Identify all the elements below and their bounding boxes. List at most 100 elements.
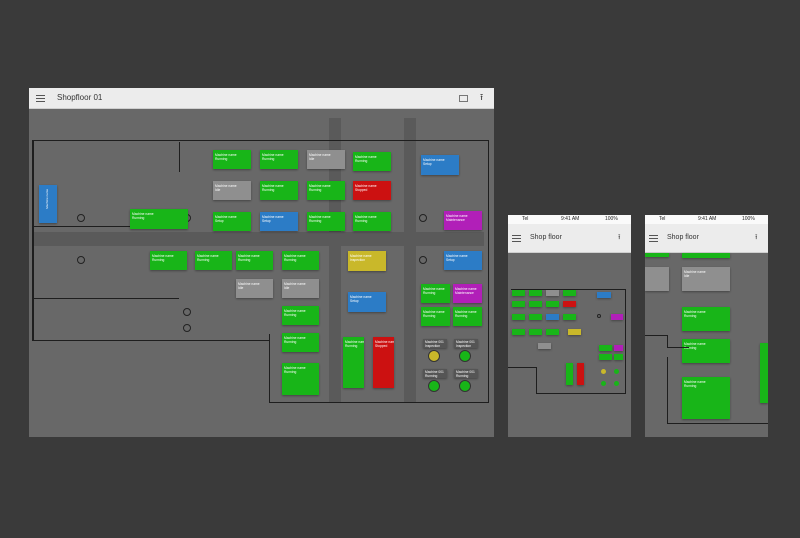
machine-setup[interactable]: Machine name Setup (421, 155, 459, 175)
machine-stopped[interactable]: Machine nameStopped (353, 181, 391, 200)
status-light-running[interactable] (459, 380, 471, 392)
menu-icon[interactable] (512, 235, 521, 242)
machine-running[interactable]: Machine nameRunning (282, 333, 319, 352)
machine-running[interactable]: Machine nameRunning (682, 339, 730, 363)
page-title: Shop floor (667, 234, 699, 241)
machine-running[interactable]: Machine nameRunning (682, 307, 730, 331)
machine-setup[interactable]: Machine name Setup (444, 251, 482, 270)
machine-running[interactable] (529, 290, 542, 296)
machine-running[interactable] (512, 329, 525, 335)
machine-running[interactable]: Machine nameRunning (236, 251, 273, 270)
machine-running[interactable]: Machine nameRunning (282, 306, 319, 325)
wall (34, 298, 179, 299)
status-light-running[interactable] (601, 381, 606, 386)
menu-icon[interactable] (36, 95, 45, 102)
machine-setup[interactable]: Machine name Setup (348, 292, 386, 312)
machine-maintenance[interactable] (614, 345, 623, 351)
status-light-running[interactable] (614, 369, 619, 374)
wall (667, 357, 668, 423)
machine-running[interactable]: Machine nameRunning (213, 150, 251, 169)
wall (667, 423, 768, 424)
status-light-running[interactable] (459, 350, 471, 362)
machine-running[interactable] (599, 345, 612, 351)
machine-running[interactable] (614, 354, 623, 360)
machine-running[interactable]: Machine nameRunning (150, 251, 187, 270)
battery-level: 100% (605, 216, 618, 222)
machine-idle[interactable]: Machine name Idle (682, 267, 730, 291)
machine-maintenance[interactable]: Machine name Maintenance (453, 284, 482, 303)
status-light-inspection[interactable] (428, 350, 440, 362)
machine-small[interactable]: Machine 001 Inspection (423, 339, 447, 348)
machine-running[interactable] (529, 301, 542, 307)
machine-running[interactable]: Machine name Setup (213, 212, 251, 231)
status-light-running[interactable] (614, 381, 619, 386)
machine-running[interactable] (645, 253, 669, 257)
machine-maintenance[interactable]: Machine name Maintenance (444, 211, 482, 230)
machine-running[interactable]: Machine nameRunning (307, 181, 345, 200)
machine-setup[interactable]: Machine name (39, 185, 57, 223)
machine-running[interactable] (529, 329, 542, 335)
app-bar: Shop floor ⭱ (645, 224, 768, 253)
machine-running[interactable]: Machine nameRunning (195, 251, 232, 270)
menu-icon[interactable] (649, 235, 658, 242)
machine-idle[interactable] (645, 267, 669, 291)
machine-running[interactable]: Machine nameRunning (353, 212, 391, 231)
aisle-horizontal (34, 232, 484, 246)
machine-running[interactable]: Machine nameRunning (282, 251, 319, 270)
page-title: Shop floor (530, 234, 562, 241)
machine-stopped[interactable] (577, 363, 584, 385)
machine-idle[interactable]: Machine name Idle (282, 279, 319, 298)
machine-running[interactable] (512, 290, 525, 296)
machine-small[interactable]: Machine 001 Running (454, 369, 478, 378)
machine-running[interactable] (546, 329, 559, 335)
machine-idle[interactable]: Machine name Idle (236, 279, 273, 298)
machine-running[interactable]: Machine nameRunning (682, 377, 730, 419)
machine-running[interactable]: Machine nameRunning (260, 181, 298, 200)
machine-running[interactable]: Machine nameRunning (421, 284, 450, 303)
machine-running[interactable] (566, 363, 573, 385)
machine-stopped[interactable] (563, 301, 576, 307)
machine-running[interactable] (760, 343, 768, 403)
machine-running[interactable]: Machine nameRunning (343, 337, 364, 388)
machine-running[interactable]: Machine nameRunning (353, 152, 391, 171)
machine-running[interactable] (512, 301, 525, 307)
wall (667, 347, 689, 348)
machine-running[interactable] (512, 314, 525, 320)
machine-setup[interactable]: Machine name Setup (260, 212, 298, 231)
machine-inspection[interactable]: Machine name Inspection (348, 251, 386, 271)
wall (645, 335, 667, 336)
machine-running[interactable] (599, 354, 612, 360)
machine-running[interactable]: Machine nameRunning (282, 363, 319, 395)
wall (625, 289, 626, 393)
machine-running[interactable] (682, 253, 730, 258)
machine-running[interactable] (546, 301, 559, 307)
status-light-inspection[interactable] (601, 369, 606, 374)
machine-running[interactable] (529, 314, 542, 320)
machine-idle[interactable] (538, 343, 551, 349)
aisle-vertical (404, 118, 416, 403)
machine-running[interactable]: Machine nameRunning (421, 307, 450, 326)
wall (536, 393, 626, 394)
machine-inspection[interactable] (568, 329, 581, 335)
clock: 9:41 AM (698, 216, 717, 222)
machine-stopped[interactable]: Machine nameStopped (373, 337, 394, 388)
machine-setup[interactable] (597, 292, 611, 298)
machine-running[interactable] (563, 290, 576, 296)
machine-small[interactable]: Machine 001 Running (423, 369, 447, 378)
fullscreen-icon[interactable] (459, 95, 468, 102)
machine-idle[interactable]: Machine name Idle (307, 150, 345, 169)
machine-running[interactable]: Machine nameRunning (453, 307, 482, 326)
machine-setup[interactable] (546, 314, 559, 320)
machine-small[interactable]: Machine 001 Inspection (454, 339, 478, 348)
upload-icon[interactable]: ⭱ (480, 93, 483, 102)
machine-idle[interactable] (546, 290, 559, 296)
upload-icon[interactable]: ⭱ (618, 234, 620, 241)
machine-running[interactable]: Machine nameRunning (260, 150, 298, 169)
machine-running[interactable]: Machine nameRunning (130, 209, 188, 229)
machine-idle[interactable]: Machine name Idle (213, 181, 251, 200)
machine-running[interactable]: Machine nameRunning (307, 212, 345, 231)
machine-maintenance[interactable] (611, 314, 623, 320)
machine-running[interactable] (563, 314, 576, 320)
upload-icon[interactable]: ⭱ (755, 234, 757, 241)
status-light-running[interactable] (428, 380, 440, 392)
